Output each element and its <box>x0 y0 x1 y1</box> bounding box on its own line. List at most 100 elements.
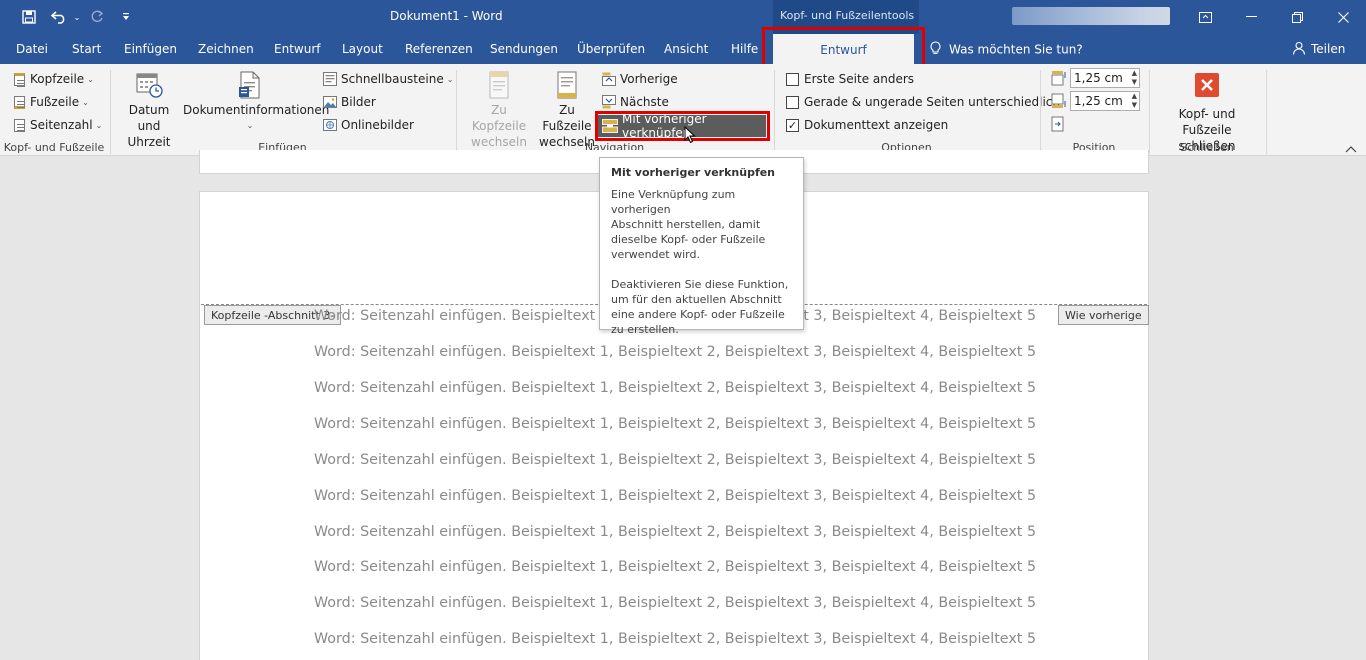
body-text-line[interactable]: Word: Seitenzahl einfügen. Beispieltext … <box>314 416 1036 432</box>
body-text-line[interactable]: Word: Seitenzahl einfügen. Beispieltext … <box>314 631 1036 647</box>
close-window-icon[interactable] <box>1320 0 1366 34</box>
share-label: Teilen <box>1311 42 1346 56</box>
restore-icon[interactable] <box>1274 0 1320 34</box>
gerade-ungerade-label: Gerade & ungerade Seiten unterschiedlich <box>804 95 1061 109</box>
gerade-ungerade-checkbox[interactable]: Gerade & ungerade Seiten unterschiedlich <box>786 92 1060 112</box>
picture-icon <box>323 95 337 110</box>
spin-up-icon[interactable]: ▲ <box>1132 92 1137 100</box>
schnellbausteine-label: Schnellbausteine <box>341 72 444 86</box>
header-position-input[interactable]: 1,25 cm ▲ ▼ <box>1070 68 1140 88</box>
tab-ansicht[interactable]: Ansicht <box>664 42 708 56</box>
insert-alignment-tab-icon[interactable] <box>1051 116 1067 132</box>
same-as-previous-tag: Wie vorherige <box>1058 305 1149 325</box>
onlinebilder-button[interactable]: Onlinebilder <box>323 115 414 135</box>
mouse-cursor-icon <box>684 125 696 144</box>
undo-dropdown-icon[interactable]: ⌄ <box>66 7 88 27</box>
chevron-down-icon: ⌄ <box>246 121 254 130</box>
highlight-box-link-previous <box>595 111 770 141</box>
footer-icon <box>12 95 26 110</box>
dokumenttext-label: Dokumenttext anzeigen <box>804 118 949 132</box>
body-text-line[interactable]: Word: Seitenzahl einfügen. Beispieltext … <box>314 344 1036 360</box>
fusszeile-label: Fußzeile <box>30 95 80 109</box>
erste-seite-anders-checkbox[interactable]: Erste Seite anders <box>786 69 914 89</box>
ribbon-display-options-icon[interactable] <box>1182 0 1228 34</box>
spin-up-icon[interactable]: ▲ <box>1132 69 1137 77</box>
zu-fusszeile-wechseln-button[interactable]: Zu Fußzeile wechseln <box>533 70 601 150</box>
dokumenttext-anzeigen-checkbox[interactable]: ✓ Dokumenttext anzeigen <box>786 115 948 135</box>
vorherige-label: Vorherige <box>620 72 678 86</box>
tab-layout[interactable]: Layout <box>342 42 383 56</box>
body-text-line[interactable]: Word: Seitenzahl einfügen. Beispieltext … <box>314 380 1036 396</box>
tell-me-label: Was möchten Sie tun? <box>949 42 1083 57</box>
header-position-value: 1,25 cm <box>1074 71 1123 85</box>
fusszeile-button[interactable]: Fußzeile ⌄ <box>12 92 89 112</box>
naechste-button[interactable]: Nächste <box>602 92 669 112</box>
minimize-icon[interactable] <box>1228 0 1274 34</box>
document-info-icon <box>237 70 263 100</box>
checkbox-unchecked <box>786 72 799 86</box>
collapse-ribbon-icon[interactable] <box>1345 142 1359 154</box>
kopfzeile-label: Kopfzeile <box>30 72 85 86</box>
spin-down-icon[interactable]: ▼ <box>1132 101 1137 109</box>
redo-icon[interactable] <box>86 7 108 27</box>
tell-me-search[interactable]: Was möchten Sie tun? <box>930 41 1083 59</box>
zu-fuss-label-line1: Zu Fußzeile <box>542 103 592 133</box>
tab-einfuegen[interactable]: Einfügen <box>124 42 177 56</box>
bilder-button[interactable]: Bilder <box>323 92 376 112</box>
tab-datei[interactable]: Datei <box>16 42 48 56</box>
dokinfo-label: Dokumentinformationen <box>183 103 330 117</box>
save-icon[interactable] <box>18 7 40 27</box>
seitenzahl-button[interactable]: Seitenzahl ⌄ <box>12 115 102 135</box>
chevron-down-icon: ⌄ <box>446 74 454 84</box>
ribbon-tabs: Datei Start Einfügen Zeichnen Entwurf La… <box>0 34 1366 64</box>
zu-kopfzeile-wechseln-button[interactable]: Zu Kopfzeile wechseln <box>463 70 535 150</box>
chevron-down-icon: ⌄ <box>95 120 103 130</box>
quick-parts-icon <box>323 72 337 87</box>
share-button[interactable]: Teilen <box>1292 41 1345 58</box>
document-title: Dokument1 - Word <box>390 9 503 23</box>
tooltip-text-line: Abschnitt herstellen, damit <box>611 218 761 231</box>
footer-position-icon <box>1051 93 1067 109</box>
footer-position-input[interactable]: 1,25 cm ▲ ▼ <box>1070 91 1140 111</box>
body-text-line[interactable]: Word: Seitenzahl einfügen. Beispieltext … <box>314 452 1036 468</box>
tab-hilfe[interactable]: Hilfe <box>731 42 758 56</box>
tab-referenzen[interactable]: Referenzen <box>405 42 473 56</box>
body-text-line[interactable]: Word: Seitenzahl einfügen. Beispieltext … <box>314 595 1036 611</box>
body-text-line[interactable]: Word: Seitenzahl einfügen. Beispieltext … <box>314 559 1036 575</box>
ribbon: Kopfzeile ⌄ Fußzeile ⌄ Seitenzahl ⌄ Kopf- u… <box>0 64 1366 156</box>
chevron-down-icon: ⌄ <box>87 74 94 84</box>
kopfzeile-button[interactable]: Kopfzeile ⌄ <box>12 69 94 89</box>
footer-position-value: 1,25 cm <box>1074 94 1123 108</box>
dokumentinformationen-button[interactable]: Dokumentinformationen ⌄ <box>183 70 330 134</box>
schnellbausteine-button[interactable]: Schnellbausteine ⌄ <box>323 69 453 89</box>
tab-start[interactable]: Start <box>72 42 101 56</box>
chevron-down-icon: ⌄ <box>82 97 89 107</box>
customize-quick-access-icon[interactable] <box>115 7 137 27</box>
tooltip-text-line: dieselbe Kopf- oder Fußzeile <box>611 233 766 246</box>
body-text-line[interactable]: Word: Seitenzahl einfügen. Beispieltext … <box>314 488 1036 504</box>
online-picture-icon <box>323 118 337 133</box>
group-label-schliessen: Schließen <box>1180 141 1234 154</box>
tab-sendungen[interactable]: Sendungen <box>490 42 558 56</box>
tab-entwurf-main[interactable]: Entwurf <box>274 42 320 56</box>
datum-label-line1: Datum und <box>128 103 170 133</box>
datum-uhrzeit-button[interactable]: Datum und Uhrzeit <box>116 70 182 150</box>
vorherige-button[interactable]: Vorherige <box>602 69 678 89</box>
tab-ueberpruefen[interactable]: Überprüfen <box>577 42 645 56</box>
tooltip-text-line: Deaktivieren Sie diese Funktion, <box>611 278 789 291</box>
group-separator <box>1266 70 1267 154</box>
tooltip-link-previous: Mit vorheriger verknüpfen Eine Verknüpfu… <box>599 157 804 336</box>
tooltip-title: Mit vorheriger verknüpfen <box>611 166 776 179</box>
previous-section-icon <box>602 72 616 87</box>
next-section-icon <box>602 95 616 110</box>
title-bar: ⌄ Dokument1 - Word Kopf- und Fußzeilento… <box>0 0 1366 34</box>
erste-seite-label: Erste Seite anders <box>804 72 915 86</box>
tooltip-text-line: um für den aktuellen Abschnitt <box>611 293 782 306</box>
spin-down-icon[interactable]: ▼ <box>1132 78 1137 86</box>
header-icon <box>12 72 26 87</box>
seitenzahl-label: Seitenzahl <box>30 118 93 132</box>
account-avatar[interactable] <box>1012 7 1170 25</box>
tab-zeichnen[interactable]: Zeichnen <box>198 42 254 56</box>
body-text-line[interactable]: Word: Seitenzahl einfügen. Beispieltext … <box>314 524 1036 540</box>
naechste-label: Nächste <box>620 95 669 109</box>
